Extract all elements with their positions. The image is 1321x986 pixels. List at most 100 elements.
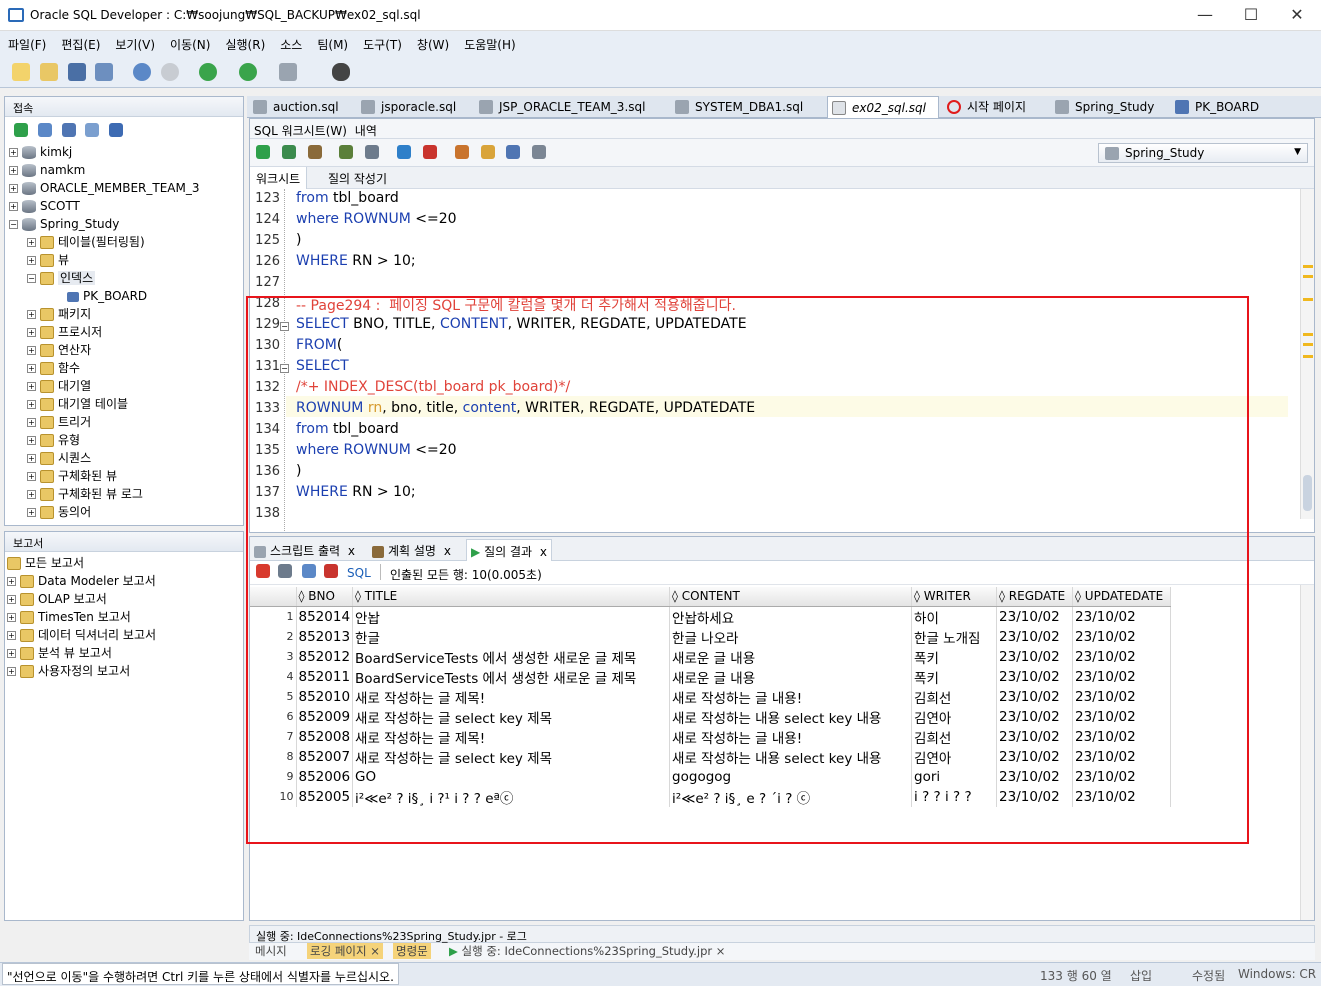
report-data-modeler[interactable]: + Data Modeler 보고서 <box>7 572 243 590</box>
expand-icon[interactable]: + <box>27 256 36 265</box>
report-all[interactable]: 모든 보고서 <box>7 554 243 572</box>
expand-icon[interactable]: + <box>9 202 18 211</box>
tab-jsporacle-sql[interactable]: jsporacle.sql <box>357 96 471 118</box>
tree-item-namkm[interactable]: + namkm <box>9 161 243 179</box>
menu-run[interactable]: 실행(R) <box>217 31 272 53</box>
tab-messages[interactable]: 메시지 <box>255 943 287 959</box>
tree-item-scott[interactable]: + SCOTT <box>9 197 243 215</box>
tree-item-oracle-member-team-3[interactable]: + ORACLE_MEMBER_TEAM_3 <box>9 179 243 197</box>
results-scrollbar[interactable] <box>1300 585 1314 920</box>
code-line[interactable]: from tbl_board <box>296 190 399 206</box>
tree-item-types[interactable]: + 유형 <box>9 431 243 449</box>
tree-item-tables[interactable]: + 테이블(필터링됨) <box>9 233 243 251</box>
maximize-button[interactable]: ☐ <box>1228 0 1274 30</box>
tab-statements[interactable]: 명령문 <box>393 943 431 959</box>
connection-select[interactable]: Spring_Study ▼ <box>1098 143 1308 163</box>
menu-file[interactable]: 파일(F) <box>0 31 53 53</box>
sql-tuning-icon[interactable] <box>365 145 380 159</box>
report-data-dictionary[interactable]: + 데이터 딕셔너리 보고서 <box>7 626 243 644</box>
tree-item-operators[interactable]: + 연산자 <box>9 341 243 359</box>
tree-item-sequences[interactable]: + 시퀀스 <box>9 449 243 467</box>
expand-icon[interactable]: + <box>27 328 36 337</box>
menu-edit[interactable]: 편집(E) <box>53 31 107 53</box>
menu-navigate[interactable]: 이동(N) <box>162 31 217 53</box>
save-all-icon[interactable] <box>95 63 114 81</box>
subtab-history[interactable]: 내역 <box>355 124 377 138</box>
explain-plan-icon[interactable] <box>339 145 354 159</box>
tree-item-views[interactable]: + 뷰 <box>9 251 243 269</box>
tree-item-functions[interactable]: + 함수 <box>9 359 243 377</box>
run-statement-icon[interactable] <box>256 145 270 159</box>
add-connection-icon[interactable] <box>14 123 28 137</box>
menu-team[interactable]: 팀(M) <box>309 31 355 53</box>
report-analytic-view[interactable]: + 분석 뷰 보고서 <box>7 644 243 662</box>
tab-spring-study[interactable]: Spring_Study <box>1051 96 1169 118</box>
sql-worksheet-icon[interactable] <box>278 63 297 81</box>
tree-item-triggers[interactable]: + 트리거 <box>9 413 243 431</box>
close-button[interactable]: ✕ <box>1274 0 1320 30</box>
tab-query-builder[interactable]: 질의 작성기 <box>328 170 387 187</box>
expand-icon[interactable]: + <box>7 577 16 586</box>
menu-view[interactable]: 보기(V) <box>107 31 162 53</box>
tree-item-indexes[interactable]: − 인덱스 <box>9 269 243 287</box>
tab-worksheet[interactable]: 워크시트 <box>250 167 308 189</box>
undo-icon[interactable] <box>133 63 152 81</box>
clear-icon[interactable] <box>480 145 495 159</box>
collapse-icon[interactable]: − <box>27 274 36 283</box>
expand-icon[interactable]: + <box>7 595 16 604</box>
expand-icon[interactable]: + <box>27 418 36 427</box>
new-icon[interactable] <box>12 63 30 81</box>
report-user-defined[interactable]: + 사용자정의 보고서 <box>7 662 243 680</box>
tree-item-spring-study[interactable]: − Spring_Study <box>9 215 243 233</box>
menu-help[interactable]: 도움말(H) <box>456 31 523 53</box>
expand-icon[interactable]: + <box>9 184 18 193</box>
expand-icon[interactable]: + <box>27 310 36 319</box>
expand-icon[interactable]: + <box>27 436 36 445</box>
code-line[interactable]: WHERE RN > 10; <box>296 253 416 269</box>
tree-item-mview-logs[interactable]: + 구체화된 뷰 로그 <box>9 485 243 503</box>
tree-item-queue-tables[interactable]: + 대기열 테이블 <box>9 395 243 413</box>
tab-ex02-sql[interactable]: ex02_sql.sql <box>827 96 939 118</box>
code-line[interactable]: where ROWNUM <=20 <box>296 211 457 227</box>
expand-icon[interactable]: + <box>27 364 36 373</box>
open-icon[interactable] <box>39 63 58 81</box>
expand-icon[interactable]: + <box>27 346 36 355</box>
run-script-icon[interactable] <box>281 145 296 159</box>
report-olap[interactable]: + OLAP 보고서 <box>7 590 243 608</box>
tree-item-mviews[interactable]: + 구체화된 뷰 <box>9 467 243 485</box>
filter-icon[interactable] <box>61 123 76 137</box>
code-line[interactable]: ) <box>296 232 301 248</box>
tab-logging-page[interactable]: 로깅 페이지 × <box>307 943 383 959</box>
expand-icon[interactable]: + <box>27 238 36 247</box>
tab-start-page[interactable]: 시작 페이지 <box>943 96 1047 118</box>
expand-icon[interactable]: + <box>7 649 16 658</box>
binoculars-icon[interactable] <box>332 63 351 81</box>
expand-icon[interactable]: + <box>27 454 36 463</box>
menu-tools[interactable]: 도구(T) <box>355 31 409 53</box>
expand-icon[interactable]: + <box>9 166 18 175</box>
rollback-icon[interactable] <box>422 145 437 159</box>
tree-item-queues[interactable]: + 대기열 <box>9 377 243 395</box>
menu-window[interactable]: 창(W) <box>409 31 456 53</box>
tab-system-dba1[interactable]: SYSTEM_DBA1.sql <box>671 96 825 118</box>
tree-item-procedures[interactable]: + 프로시저 <box>9 323 243 341</box>
tab-jsp-oracle-team-3[interactable]: JSP_ORACLE_TEAM_3.sql <box>475 96 667 118</box>
sql-history-icon[interactable] <box>506 145 521 159</box>
expand-icon[interactable]: + <box>27 382 36 391</box>
report-timesten[interactable]: + TimesTen 보고서 <box>7 608 243 626</box>
back-icon[interactable] <box>198 63 217 81</box>
forward-icon[interactable] <box>238 63 257 81</box>
unshared-sql-icon[interactable] <box>454 145 469 159</box>
subtab-sql-worksheet[interactable]: SQL 워크시트(W) <box>254 124 347 138</box>
redo-icon[interactable] <box>161 63 180 81</box>
expand-icon[interactable]: + <box>7 613 16 622</box>
expand-icon[interactable]: + <box>27 400 36 409</box>
expand-icon[interactable]: + <box>7 667 16 676</box>
autotrace-icon[interactable] <box>307 145 322 159</box>
tree-item-packages[interactable]: + 패키지 <box>9 305 243 323</box>
format-icon[interactable] <box>532 145 547 159</box>
scrollbar-thumb[interactable] <box>1303 475 1312 511</box>
expand-icon[interactable]: + <box>27 472 36 481</box>
tab-pk-board[interactable]: PK_BOARD <box>1171 96 1281 118</box>
tree-item-kimkj[interactable]: + kimkj <box>9 143 243 161</box>
